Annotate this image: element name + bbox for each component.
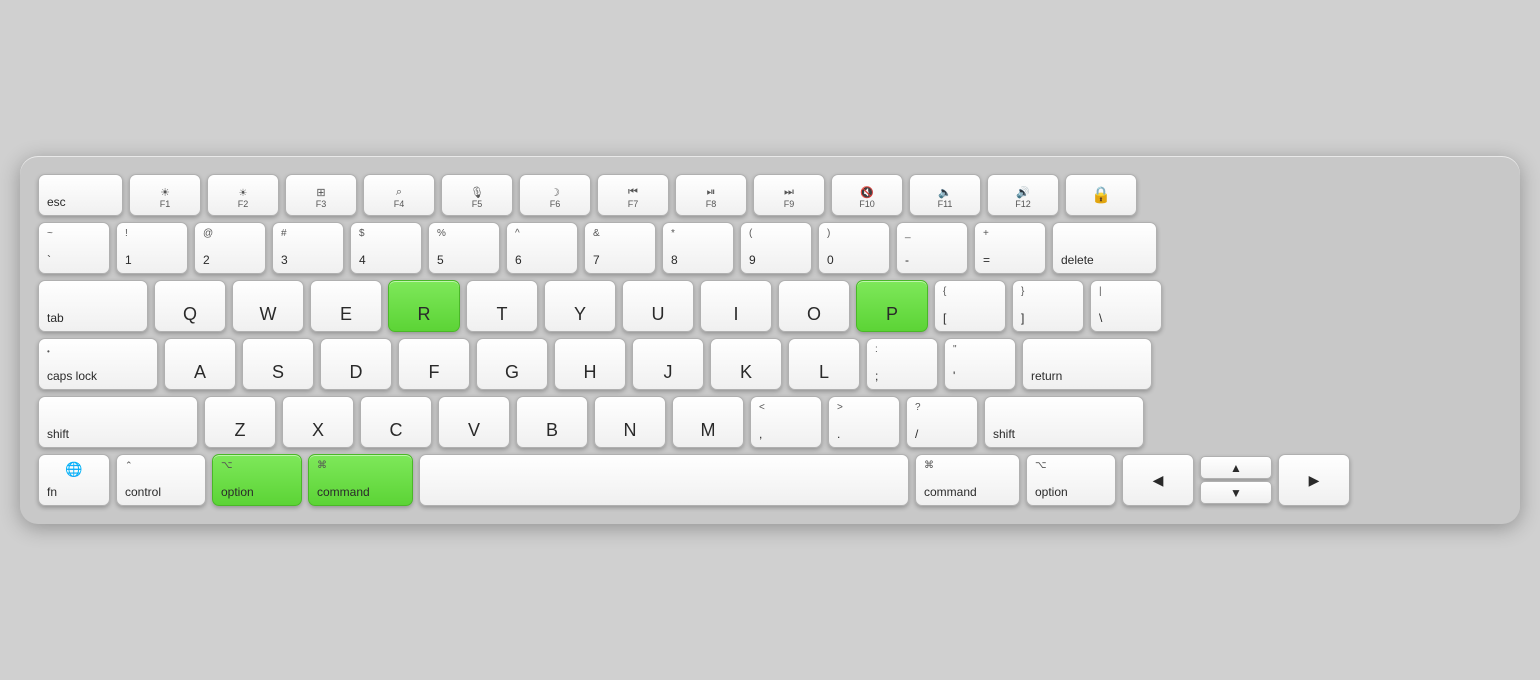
key-u[interactable]: U: [622, 280, 694, 332]
key-y[interactable]: Y: [544, 280, 616, 332]
key-delete[interactable]: delete: [1052, 222, 1157, 274]
key-0[interactable]: ) 0: [818, 222, 890, 274]
key-m[interactable]: M: [672, 396, 744, 448]
key-n[interactable]: N: [594, 396, 666, 448]
key-q[interactable]: Q: [154, 280, 226, 332]
key-f12[interactable]: 🔊 F12: [987, 174, 1059, 216]
key-f4[interactable]: ⌕ F4: [363, 174, 435, 216]
key-f9[interactable]: ⏭ F9: [753, 174, 825, 216]
key-slash[interactable]: ? /: [906, 396, 978, 448]
key-lock[interactable]: 🔒: [1065, 174, 1137, 216]
key-b[interactable]: B: [516, 396, 588, 448]
key-option-left[interactable]: ⌥ option: [212, 454, 302, 506]
key-caps-lock[interactable]: • caps lock: [38, 338, 158, 390]
key-1[interactable]: ! 1: [116, 222, 188, 274]
key-i[interactable]: I: [700, 280, 772, 332]
asdf-row: • caps lock A S D F G H J K L :: [38, 338, 1502, 390]
key-7[interactable]: & 7: [584, 222, 656, 274]
key-tab[interactable]: tab: [38, 280, 148, 332]
key-9[interactable]: ( 9: [740, 222, 812, 274]
key-o[interactable]: O: [778, 280, 850, 332]
key-j[interactable]: J: [632, 338, 704, 390]
key-arrow-right[interactable]: ▶: [1278, 454, 1350, 506]
key-5[interactable]: % 5: [428, 222, 500, 274]
key-close-bracket[interactable]: } ]: [1012, 280, 1084, 332]
key-8[interactable]: * 8: [662, 222, 734, 274]
key-3[interactable]: # 3: [272, 222, 344, 274]
key-s[interactable]: S: [242, 338, 314, 390]
number-row: ~ ` ! 1 @ 2 # 3 $ 4 % 5 ^ 6 & 7: [38, 222, 1502, 274]
key-spacebar[interactable]: [419, 454, 909, 506]
key-f3[interactable]: ⊞ F3: [285, 174, 357, 216]
key-t[interactable]: T: [466, 280, 538, 332]
key-f1[interactable]: ☀ F1: [129, 174, 201, 216]
key-arrow-up[interactable]: ▲: [1200, 456, 1272, 479]
key-k[interactable]: K: [710, 338, 782, 390]
key-option-right[interactable]: ⌥ option: [1026, 454, 1116, 506]
key-p[interactable]: P: [856, 280, 928, 332]
function-row: esc ☀ F1 ☀ F2 ⊞ F3 ⌕ F4 🎙 F5 ☽ F6: [38, 174, 1502, 216]
key-quote[interactable]: " ': [944, 338, 1016, 390]
key-open-bracket[interactable]: { [: [934, 280, 1006, 332]
key-backtick[interactable]: ~ `: [38, 222, 110, 274]
arrow-cluster: ◀ ▲ ▼ ▶: [1122, 454, 1350, 506]
key-g[interactable]: G: [476, 338, 548, 390]
key-f[interactable]: F: [398, 338, 470, 390]
key-shift-left[interactable]: shift: [38, 396, 198, 448]
key-arrow-down[interactable]: ▼: [1200, 481, 1272, 504]
key-return[interactable]: return: [1022, 338, 1152, 390]
key-f11[interactable]: 🔈 F11: [909, 174, 981, 216]
globe-icon: 🌐: [65, 461, 82, 478]
lock-icon: 🔒: [1091, 185, 1111, 205]
key-esc[interactable]: esc: [38, 174, 123, 216]
keyboard: esc ☀ F1 ☀ F2 ⊞ F3 ⌕ F4 🎙 F5 ☽ F6: [20, 156, 1520, 524]
key-z[interactable]: Z: [204, 396, 276, 448]
key-equals[interactable]: + =: [974, 222, 1046, 274]
key-period[interactable]: > .: [828, 396, 900, 448]
key-w[interactable]: W: [232, 280, 304, 332]
key-f7[interactable]: ⏮ F7: [597, 174, 669, 216]
key-control[interactable]: ⌃ control: [116, 454, 206, 506]
key-4[interactable]: $ 4: [350, 222, 422, 274]
key-comma[interactable]: < ,: [750, 396, 822, 448]
key-h[interactable]: H: [554, 338, 626, 390]
key-backslash[interactable]: | \: [1090, 280, 1162, 332]
key-f6[interactable]: ☽ F6: [519, 174, 591, 216]
qwerty-row: tab Q W E R T Y U I O P: [38, 280, 1502, 332]
zxcv-row: shift Z X C V B N M < , > .: [38, 396, 1502, 448]
key-semicolon[interactable]: : ;: [866, 338, 938, 390]
key-arrow-left[interactable]: ◀: [1122, 454, 1194, 506]
key-e[interactable]: E: [310, 280, 382, 332]
key-a[interactable]: A: [164, 338, 236, 390]
key-r[interactable]: R: [388, 280, 460, 332]
key-c[interactable]: C: [360, 396, 432, 448]
key-f2[interactable]: ☀ F2: [207, 174, 279, 216]
key-x[interactable]: X: [282, 396, 354, 448]
key-command-left[interactable]: ⌘ command: [308, 454, 413, 506]
key-l[interactable]: L: [788, 338, 860, 390]
arrow-ud-pair: ▲ ▼: [1200, 456, 1272, 504]
key-shift-right[interactable]: shift: [984, 396, 1144, 448]
key-f10[interactable]: 🔇 F10: [831, 174, 903, 216]
key-command-right[interactable]: ⌘ command: [915, 454, 1020, 506]
key-f5[interactable]: 🎙 F5: [441, 174, 513, 216]
key-d[interactable]: D: [320, 338, 392, 390]
key-v[interactable]: V: [438, 396, 510, 448]
key-2[interactable]: @ 2: [194, 222, 266, 274]
key-minus[interactable]: _ -: [896, 222, 968, 274]
bottom-row: 🌐 fn ⌃ control ⌥ option ⌘ command ⌘ comm…: [38, 454, 1502, 506]
key-6[interactable]: ^ 6: [506, 222, 578, 274]
key-f8[interactable]: ⏯ F8: [675, 174, 747, 216]
key-fn[interactable]: 🌐 fn: [38, 454, 110, 506]
